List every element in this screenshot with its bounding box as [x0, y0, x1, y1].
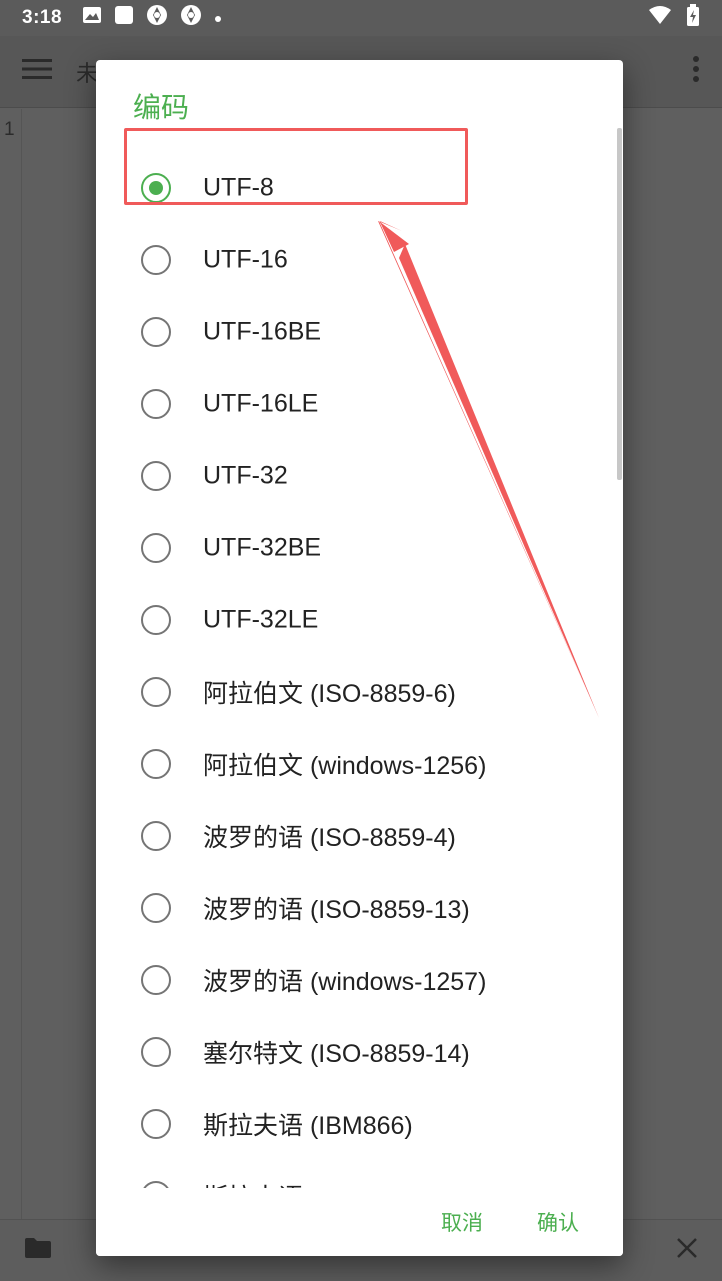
annotation-arrow	[378, 221, 599, 718]
screen: 3:18 未 1 编码 UTF-8 UTF-16 UTF-16BE UTF-16…	[0, 0, 722, 1281]
